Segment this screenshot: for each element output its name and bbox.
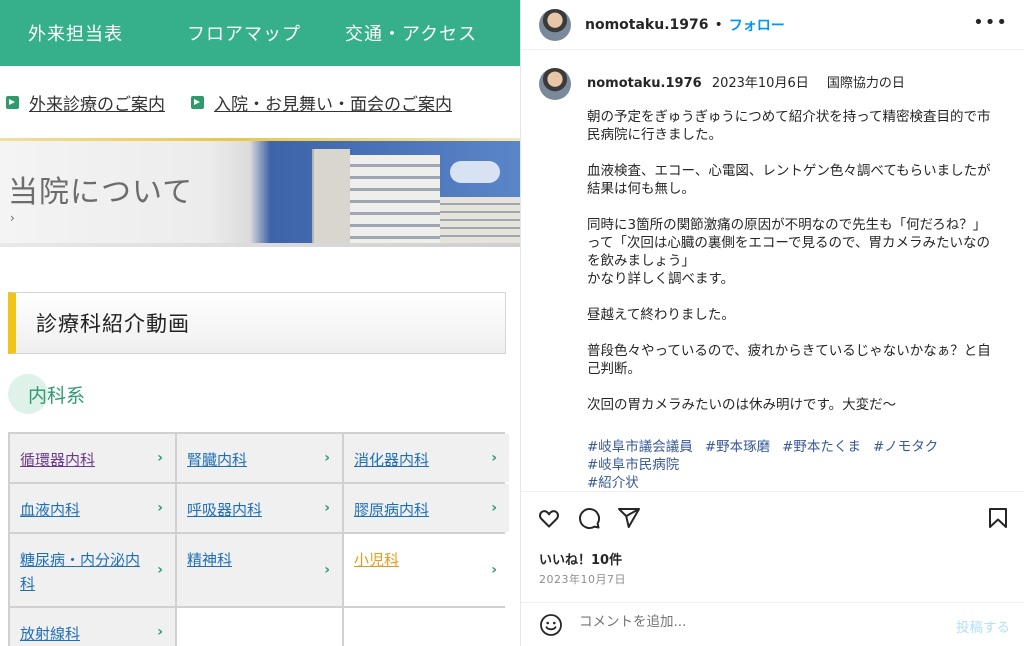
subcategory-title: 内科系: [28, 384, 86, 407]
post-author-username[interactable]: nomotaku.1976: [585, 17, 709, 33]
nav-outpatient-schedule[interactable]: 外来担当表: [28, 20, 123, 46]
department-label: 放射線科: [20, 625, 81, 643]
caption-paragraph: 同時に3箇所の関節激痛の原因が不明なので先生も「何だろね？」って「次回は心臓の裏…: [587, 217, 990, 287]
caption-paragraph: 血液検査、エコー、心電図、レントゲン色々調べてもらいましたが結果は何も無し。: [587, 163, 991, 197]
top-navigation: 外来担当表 フロアマップ 交通・アクセス: [0, 0, 520, 66]
link-label: 外来診療のご案内: [29, 94, 165, 115]
chevron-right-icon: ›: [157, 500, 163, 516]
arrow-right-icon: [6, 95, 19, 109]
caption-meta: nomotaku.1976 2023年10月6日 国際協力の日: [587, 72, 905, 91]
caption-day-label: 国際協力の日: [826, 76, 905, 91]
comment-bar: 投稿する: [521, 602, 1024, 646]
department-cell-cardiology[interactable]: 循環器内科 ›: [10, 434, 175, 482]
department-label: 呼吸器内科: [187, 501, 263, 519]
page-banner: 当院について ›: [0, 141, 520, 243]
emoji-icon[interactable]: [539, 613, 563, 637]
follow-button[interactable]: フォロー: [729, 15, 785, 35]
cloud-image: [450, 161, 500, 183]
department-cell-hematology[interactable]: 血液内科 ›: [10, 484, 175, 532]
department-cell-radiology[interactable]: 放射線科 ›: [10, 608, 175, 646]
post-date: 2023年10月7日: [539, 573, 626, 586]
chevron-right-icon: ›: [157, 624, 163, 640]
department-cell-psychiatry[interactable]: 精神科 ›: [177, 534, 342, 606]
department-label: 膠原病内科: [354, 501, 430, 519]
bookmark-icon[interactable]: [986, 506, 1010, 530]
avatar[interactable]: [539, 8, 571, 41]
chevron-right-icon: ›: [491, 450, 497, 466]
building-image: [440, 197, 520, 243]
hashtag-link[interactable]: #岐阜市民病院: [587, 457, 679, 473]
hashtags: #岐阜市議会議員 #野本琢磨 #野本たくま #ノモタク #岐阜市民病院 #紹介状: [587, 438, 997, 490]
caption-body: 朝の予定をぎゅうぎゅうにつめて紹介状を持って精密検査目的で市民病院に行きました。…: [587, 108, 997, 432]
page-title: 当院について: [8, 175, 194, 210]
department-cell-endocrinology[interactable]: 糖尿病・内分泌内科 ›: [10, 534, 175, 606]
department-label: 糖尿病・内分泌内科: [20, 551, 141, 593]
hashtag-link[interactable]: #岐阜市議会議員: [587, 439, 693, 455]
post-caption: nomotaku.1976 2023年10月6日 国際協力の日 朝の予定をぎゅう…: [539, 68, 1009, 490]
department-cell-respiratory[interactable]: 呼吸器内科 ›: [177, 484, 342, 532]
caption-paragraph: 次回の胃カメラみたいのは休み明けです。大変だ〜: [587, 397, 897, 413]
section-heading: 診療科紹介動画: [8, 292, 506, 354]
breadcrumb-chevron-icon: ›: [10, 211, 15, 225]
instagram-post-panel: nomotaku.1976 • フォロー ••• nomotaku.1976 2…: [521, 0, 1024, 646]
comment-input[interactable]: [579, 614, 939, 630]
heart-icon[interactable]: [537, 506, 561, 530]
department-cell-nephrology[interactable]: 腎臓内科 ›: [177, 434, 342, 482]
empty-cell: [344, 608, 509, 646]
avatar[interactable]: [539, 68, 571, 100]
hashtag-link[interactable]: #野本琢磨: [705, 439, 770, 455]
separator-dot: •: [714, 16, 723, 33]
department-label: 循環器内科: [20, 451, 96, 469]
department-label: 小児科: [354, 551, 400, 569]
department-label: 精神科: [187, 551, 233, 569]
chevron-right-icon: ›: [324, 450, 330, 466]
caption-paragraph: 朝の予定をぎゅうぎゅうにつめて紹介状を持って精密検査目的で市民病院に行きました。: [587, 109, 991, 143]
screen: 外来担当表 フロアマップ 交通・アクセス 外来診療のご案内 入院・お見舞い・面会…: [0, 0, 1024, 646]
caption-paragraph: 普段色々やっているので、疲れからきているじゃないかなぁ？と自己判断。: [587, 343, 991, 377]
empty-cell: [177, 608, 342, 646]
chevron-right-icon: ›: [491, 562, 497, 578]
nav-access[interactable]: 交通・アクセス: [345, 20, 477, 46]
subcategory-heading: 内科系: [8, 374, 85, 414]
hashtag-link[interactable]: #野本たくま: [782, 439, 861, 455]
arrow-right-icon: [191, 95, 204, 109]
post-header: nomotaku.1976 • フォロー •••: [521, 0, 1024, 50]
department-label: 消化器内科: [354, 451, 430, 469]
department-cell-gastroenterology[interactable]: 消化器内科 ›: [344, 434, 509, 482]
chevron-right-icon: ›: [157, 450, 163, 466]
post-actions: [521, 491, 1024, 549]
department-label: 腎臓内科: [187, 451, 248, 469]
like-count[interactable]: いいね！10件: [539, 549, 622, 568]
department-cell-pediatrics[interactable]: 小児科 ›: [344, 534, 509, 606]
caption-date: 2023年10月6日: [711, 76, 809, 91]
share-icon[interactable]: [617, 506, 641, 530]
hashtag-link[interactable]: #紹介状: [587, 475, 639, 490]
department-cell-rheumatology[interactable]: 膠原病内科 ›: [344, 484, 509, 532]
chevron-right-icon: ›: [324, 562, 330, 578]
post-comment-button[interactable]: 投稿する: [956, 616, 1010, 636]
caption-paragraph: 昼越えて終わりました。: [587, 307, 735, 323]
department-label: 血液内科: [20, 501, 81, 519]
building-image: [350, 155, 440, 243]
comment-icon[interactable]: [577, 506, 601, 530]
chevron-right-icon: ›: [491, 500, 497, 516]
chevron-right-icon: ›: [324, 500, 330, 516]
link-inpatient-guide[interactable]: 入院・お見舞い・面会のご案内: [191, 90, 452, 115]
sub-links: 外来診療のご案内 入院・お見舞い・面会のご案内: [0, 66, 520, 138]
chevron-right-icon: ›: [157, 562, 163, 578]
link-label: 入院・お見舞い・面会のご案内: [214, 94, 452, 115]
more-options-icon[interactable]: •••: [973, 12, 1008, 33]
divider: [0, 243, 520, 247]
department-grid: 循環器内科 › 腎臓内科 › 消化器内科 › 血液内科 › 呼吸器内科 › 膠原…: [8, 432, 509, 646]
hashtag-link[interactable]: #ノモタク: [873, 439, 938, 455]
building-image: [312, 149, 350, 243]
caption-username[interactable]: nomotaku.1976: [587, 76, 702, 91]
nav-floor-map[interactable]: フロアマップ: [187, 20, 301, 46]
hospital-site-panel: 外来担当表 フロアマップ 交通・アクセス 外来診療のご案内 入院・お見舞い・面会…: [0, 0, 520, 646]
link-outpatient-guide[interactable]: 外来診療のご案内: [6, 90, 165, 115]
section-title: 診療科紹介動画: [36, 312, 190, 336]
